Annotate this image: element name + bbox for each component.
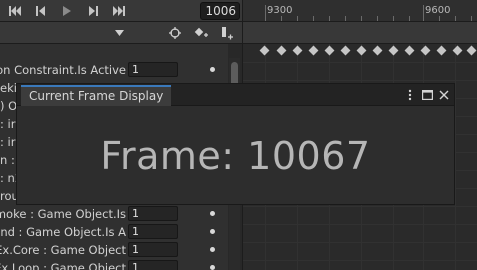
next-key-icon[interactable] — [80, 0, 106, 22]
ruler-tick — [265, 5, 266, 21]
more-options-icon[interactable] — [402, 86, 418, 104]
grid-line — [243, 260, 477, 261]
summary-key-row[interactable] — [242, 22, 477, 44]
grid-line — [243, 62, 477, 63]
property-value-field[interactable]: 1 — [128, 260, 178, 270]
ruler-tick — [455, 16, 456, 21]
target-icon[interactable] — [164, 22, 186, 44]
property-value-field[interactable]: 1 — [128, 62, 178, 77]
prev-key-icon[interactable] — [28, 0, 54, 22]
timeline-ruler[interactable]: 9300 9600 — [242, 0, 477, 22]
grid-line — [455, 44, 456, 270]
keyframe-diamond[interactable] — [452, 45, 463, 56]
keyframe-diamond[interactable] — [436, 45, 447, 56]
property-label: Wind : Game Object.Is A — [0, 225, 126, 239]
ruler-label: 9600 — [425, 5, 451, 16]
property-value-field[interactable]: 1 — [128, 206, 178, 221]
ruler-tick — [361, 16, 362, 21]
property-value-field[interactable]: 1 — [128, 242, 178, 257]
chevron-down-icon[interactable] — [108, 22, 130, 44]
keyframe-diamond[interactable] — [324, 45, 335, 56]
keyframe-diamond[interactable] — [466, 45, 477, 56]
property-value-field[interactable]: 1 — [128, 224, 178, 239]
property-row[interactable]: Ex.Loop : Game Object. 1 — [0, 259, 228, 270]
property-row[interactable]: moke : Game Object.Is 1 — [0, 205, 228, 223]
property-row[interactable]: Wind : Game Object.Is A 1 — [0, 223, 228, 241]
grid-line — [243, 224, 477, 225]
property-row[interactable]: Ex.Core : Game Object. 1 — [0, 241, 228, 259]
close-icon[interactable] — [436, 86, 452, 104]
keyframe-diamond[interactable] — [372, 45, 383, 56]
keyframe-diamond[interactable] — [308, 45, 319, 56]
ruler-tick — [377, 16, 378, 21]
current-frame-field[interactable]: 1006 — [200, 2, 240, 20]
keyframe-diamond[interactable] — [276, 45, 287, 56]
keyframe-row — [242, 44, 477, 58]
property-label: moke : Game Object.Is — [0, 207, 126, 221]
keyframe-diamond[interactable] — [404, 45, 415, 56]
add-event-icon[interactable] — [216, 22, 238, 44]
keyframe-diamond[interactable] — [356, 45, 367, 56]
secondary-toolbar — [0, 22, 242, 44]
property-label: on Constraint.Is Active — [0, 63, 126, 77]
ruler-tick — [471, 16, 472, 21]
key-dot-icon[interactable] — [210, 211, 215, 216]
add-keyframe-icon[interactable] — [190, 22, 212, 44]
playback-toolbar: 1006 — [0, 0, 242, 22]
ruler-label: 9300 — [267, 5, 293, 16]
play-icon[interactable] — [54, 0, 80, 22]
ruler-tick — [409, 16, 410, 21]
last-key-icon[interactable] — [106, 0, 132, 22]
key-dot-icon[interactable] — [210, 67, 215, 72]
maximize-icon[interactable] — [419, 86, 435, 104]
ruler-tick — [313, 16, 314, 21]
ruler-tick — [393, 16, 394, 21]
keyframe-diamond[interactable] — [340, 45, 351, 56]
current-frame-display-window[interactable]: Current Frame Display Frame: 10067 — [16, 83, 455, 205]
key-dot-icon[interactable] — [210, 247, 215, 252]
ruler-tick — [439, 16, 440, 21]
ruler-tick — [297, 16, 298, 21]
grid-line — [243, 80, 477, 81]
first-key-icon[interactable] — [2, 0, 28, 22]
property-row[interactable]: on Constraint.Is Active 1 — [0, 61, 228, 79]
window-tab-bar: Current Frame Display — [17, 84, 454, 106]
keyframe-diamond[interactable] — [259, 45, 270, 56]
key-dot-icon[interactable] — [210, 265, 215, 270]
ruler-tick — [423, 5, 424, 21]
ruler-tick — [329, 16, 330, 21]
frame-number-display: Frame: 10067 — [100, 133, 371, 178]
ruler-tick — [345, 16, 346, 21]
grid-line — [243, 206, 477, 207]
window-tab[interactable]: Current Frame Display — [21, 85, 172, 106]
keyframe-diamond[interactable] — [420, 45, 431, 56]
ruler-tick — [281, 16, 282, 21]
property-label: Ex.Loop : Game Object. — [0, 261, 126, 270]
grid-line — [243, 242, 477, 243]
keyframe-diamond[interactable] — [388, 45, 399, 56]
key-dot-icon[interactable] — [210, 229, 215, 234]
keyframe-diamond[interactable] — [292, 45, 303, 56]
property-label: Ex.Core : Game Object. — [0, 243, 126, 257]
